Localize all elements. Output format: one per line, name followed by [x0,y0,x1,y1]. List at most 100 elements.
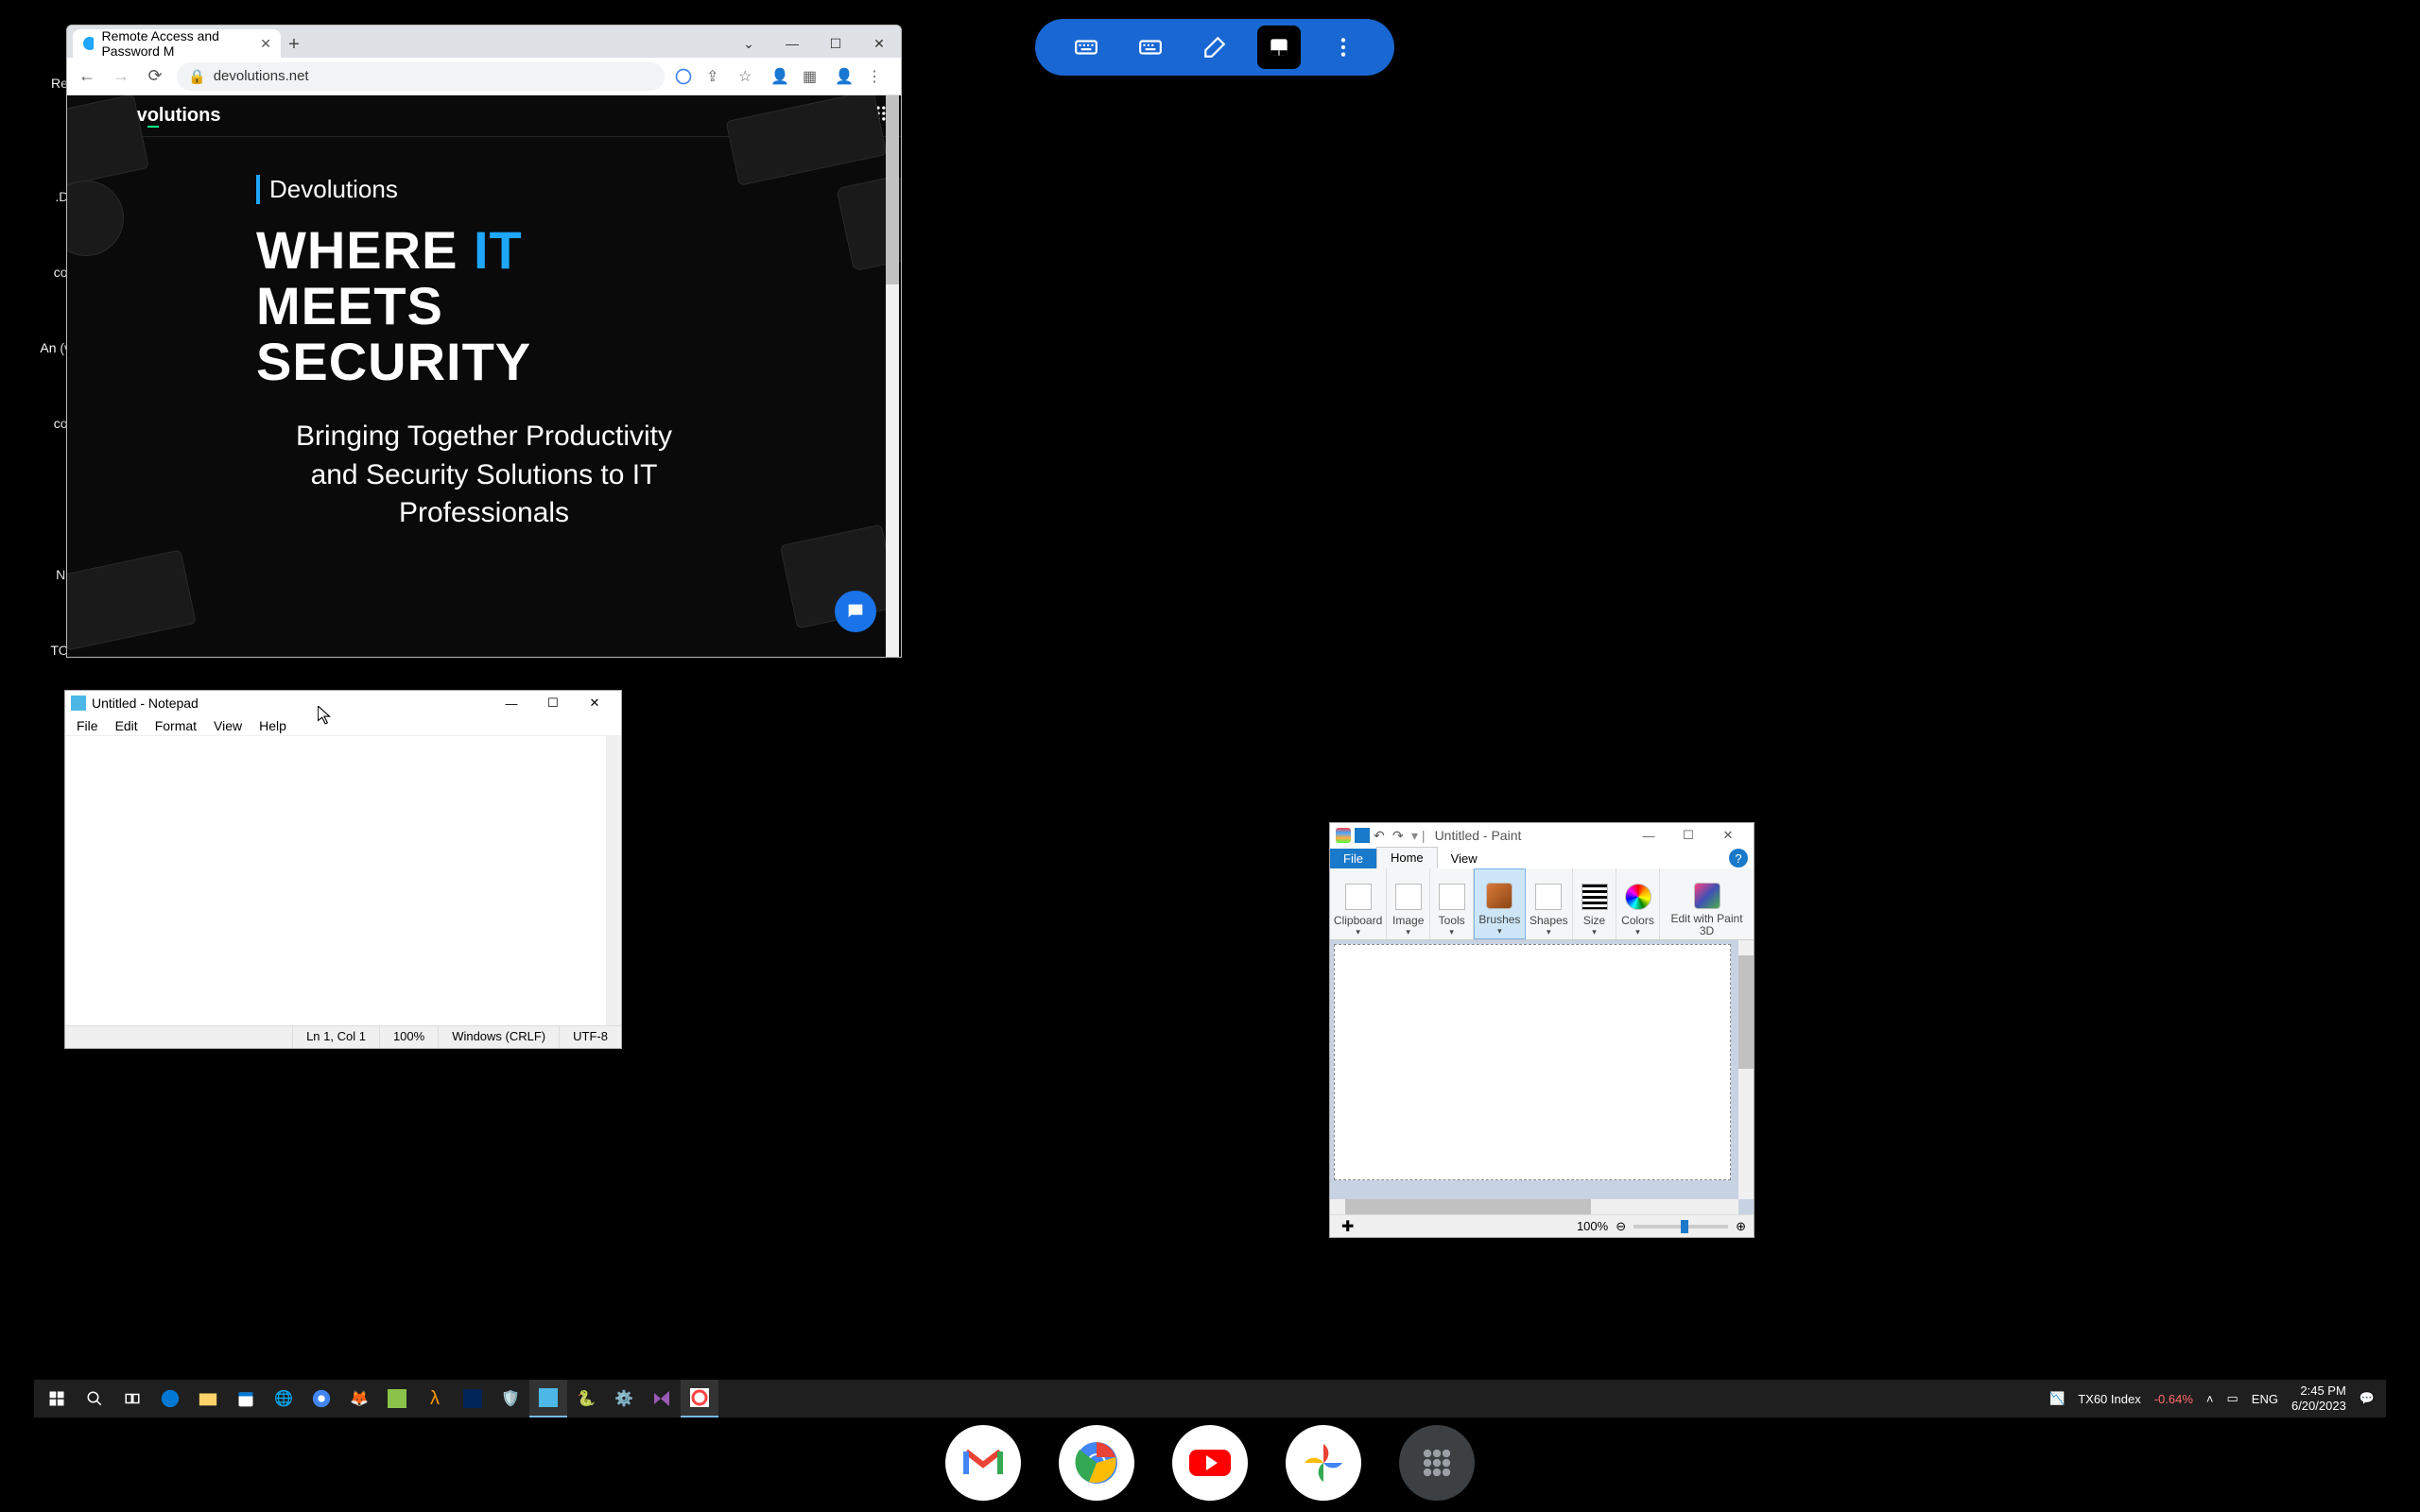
keyboard-alt-icon[interactable] [1129,26,1172,69]
zoom-in-button[interactable]: ⊕ [1736,1219,1746,1234]
menu-icon[interactable]: ⋮ [867,67,886,86]
profile-icon[interactable]: 👤 [835,67,854,86]
notepad-titlebar[interactable]: Untitled - Notepad — ☐ ✕ [65,691,621,715]
ribbon-paint3d[interactable]: Edit with Paint 3D [1660,868,1754,939]
notepad-scrollbar[interactable] [606,736,621,1025]
undo-icon[interactable]: ↶ [1374,828,1389,843]
tab-view[interactable]: View [1438,849,1491,868]
clock[interactable]: 2:45 PM 6/20/2023 [2291,1383,2346,1413]
touchpad-icon[interactable] [1257,26,1301,69]
reload-button[interactable]: ⟳ [143,64,167,89]
maximize-button[interactable]: ☐ [532,692,574,714]
notepad-title: Untitled - Notepad [92,696,199,711]
calendar-icon[interactable] [227,1380,265,1418]
maximize-button[interactable]: ☐ [1668,824,1708,847]
ribbon-brushes[interactable]: Brushes▾ [1474,868,1525,939]
redo-icon[interactable]: ↷ [1392,828,1408,843]
zoom-out-button[interactable]: ⊖ [1616,1219,1626,1234]
powershell-icon[interactable] [454,1380,492,1418]
tab-home[interactable]: Home [1376,847,1438,868]
paint-taskbar-icon[interactable] [681,1380,718,1418]
google-icon[interactable] [674,67,693,86]
zoom-slider[interactable] [1634,1225,1728,1228]
paint-vscrollbar[interactable] [1738,940,1754,1199]
notepad-textarea[interactable] [65,736,606,1025]
minimize-button[interactable]: — [770,29,814,58]
chrome-taskbar-icon[interactable] [302,1380,340,1418]
chat-button[interactable] [835,591,876,632]
network-icon[interactable]: ▭ [2227,1391,2238,1406]
photos-app-icon[interactable] [1286,1425,1361,1501]
start-button[interactable] [38,1380,76,1418]
menu-help[interactable]: Help [251,718,294,733]
new-tab-button[interactable]: + [281,31,307,58]
stock-name[interactable]: TX60 Index [2078,1392,2141,1406]
task-view-icon[interactable] [113,1380,151,1418]
menu-file[interactable]: File [69,718,106,733]
notepadpp-icon[interactable] [378,1380,416,1418]
page-scrollbar[interactable] [886,95,899,657]
eraser-icon[interactable] [1193,26,1236,69]
tab-file[interactable]: File [1330,849,1376,868]
chat-icon [845,601,866,622]
close-button[interactable]: ✕ [1708,824,1748,847]
firefox-icon[interactable]: 🦊 [340,1380,378,1418]
share-icon[interactable]: ⇪ [706,67,725,86]
extension-icon[interactable]: 👤 [770,67,789,86]
close-tab-icon[interactable]: ✕ [260,36,271,52]
menu-format[interactable]: Format [147,718,204,733]
ribbon-colors[interactable]: Colors▾ [1616,868,1660,939]
help-icon[interactable]: ? [1729,849,1748,868]
url-input[interactable]: 🔒 devolutions.net [177,62,665,91]
more-apps-icon[interactable] [1399,1425,1475,1501]
extensions-icon[interactable]: ▦ [803,67,821,86]
edge-icon[interactable] [151,1380,189,1418]
forward-button[interactable]: → [109,64,133,89]
visualstudio-icon[interactable] [643,1380,681,1418]
chrome-app-icon[interactable] [1059,1425,1134,1501]
ribbon-shapes[interactable]: Shapes▾ [1526,868,1573,939]
search-icon[interactable] [76,1380,113,1418]
lambda-icon[interactable]: λ [416,1380,454,1418]
menu-view[interactable]: View [206,718,250,733]
status-encoding: UTF-8 [559,1026,621,1048]
more-icon[interactable] [1322,26,1365,69]
browser-tab[interactable]: Remote Access and Password M ✕ [73,29,281,58]
bookmark-icon[interactable]: ☆ [738,67,757,86]
tab-title: Remote Access and Password M [101,28,252,59]
menu-edit[interactable]: Edit [108,718,146,733]
security-icon[interactable]: 🛡️ [492,1380,529,1418]
globe-icon[interactable]: 🌐 [265,1380,302,1418]
ribbon-size[interactable]: Size▾ [1573,868,1616,939]
notifications-icon[interactable]: 💬 [2360,1391,2375,1406]
chevron-down-icon[interactable]: ⌄ [727,29,770,58]
tray-chevron-icon[interactable]: ˄ [2206,1392,2214,1406]
paint-titlebar[interactable]: ↶ ↷ ▾ | Untitled - Paint — ☐ ✕ [1330,823,1754,848]
status-zoom: 100% [379,1026,438,1048]
hero-decor [67,549,197,650]
stock-change[interactable]: -0.64% [2154,1392,2193,1406]
paint-canvas[interactable] [1334,944,1731,1180]
notepad-taskbar-icon[interactable] [529,1380,567,1418]
paint-hscrollbar[interactable] [1330,1199,1738,1214]
close-window-button[interactable]: ✕ [857,29,901,58]
gmail-app-icon[interactable] [945,1425,1021,1501]
youtube-app-icon[interactable] [1172,1425,1248,1501]
save-icon[interactable] [1355,828,1370,843]
ribbon-clipboard[interactable]: Clipboard▾ [1330,868,1387,939]
paint-title: Untitled - Paint [1435,828,1522,843]
explorer-icon[interactable] [189,1380,227,1418]
keyboard-icon[interactable] [1064,26,1108,69]
hero-subtitle: Bringing Together Productivity and Secur… [256,418,712,533]
ribbon-image[interactable]: Image▾ [1387,868,1430,939]
hero-section: Devolutions WHERE IT MEETS SECURITY Brin… [67,137,901,533]
app-icon[interactable]: ⚙️ [605,1380,643,1418]
minimize-button[interactable]: — [1629,824,1668,847]
close-button[interactable]: ✕ [574,692,615,714]
ribbon-tools[interactable]: Tools▾ [1430,868,1474,939]
app-icon[interactable]: 🐍 [567,1380,605,1418]
language-indicator[interactable]: ENG [2252,1392,2278,1406]
minimize-button[interactable]: — [491,692,532,714]
maximize-button[interactable]: ☐ [814,29,857,58]
back-button[interactable]: ← [75,64,99,89]
